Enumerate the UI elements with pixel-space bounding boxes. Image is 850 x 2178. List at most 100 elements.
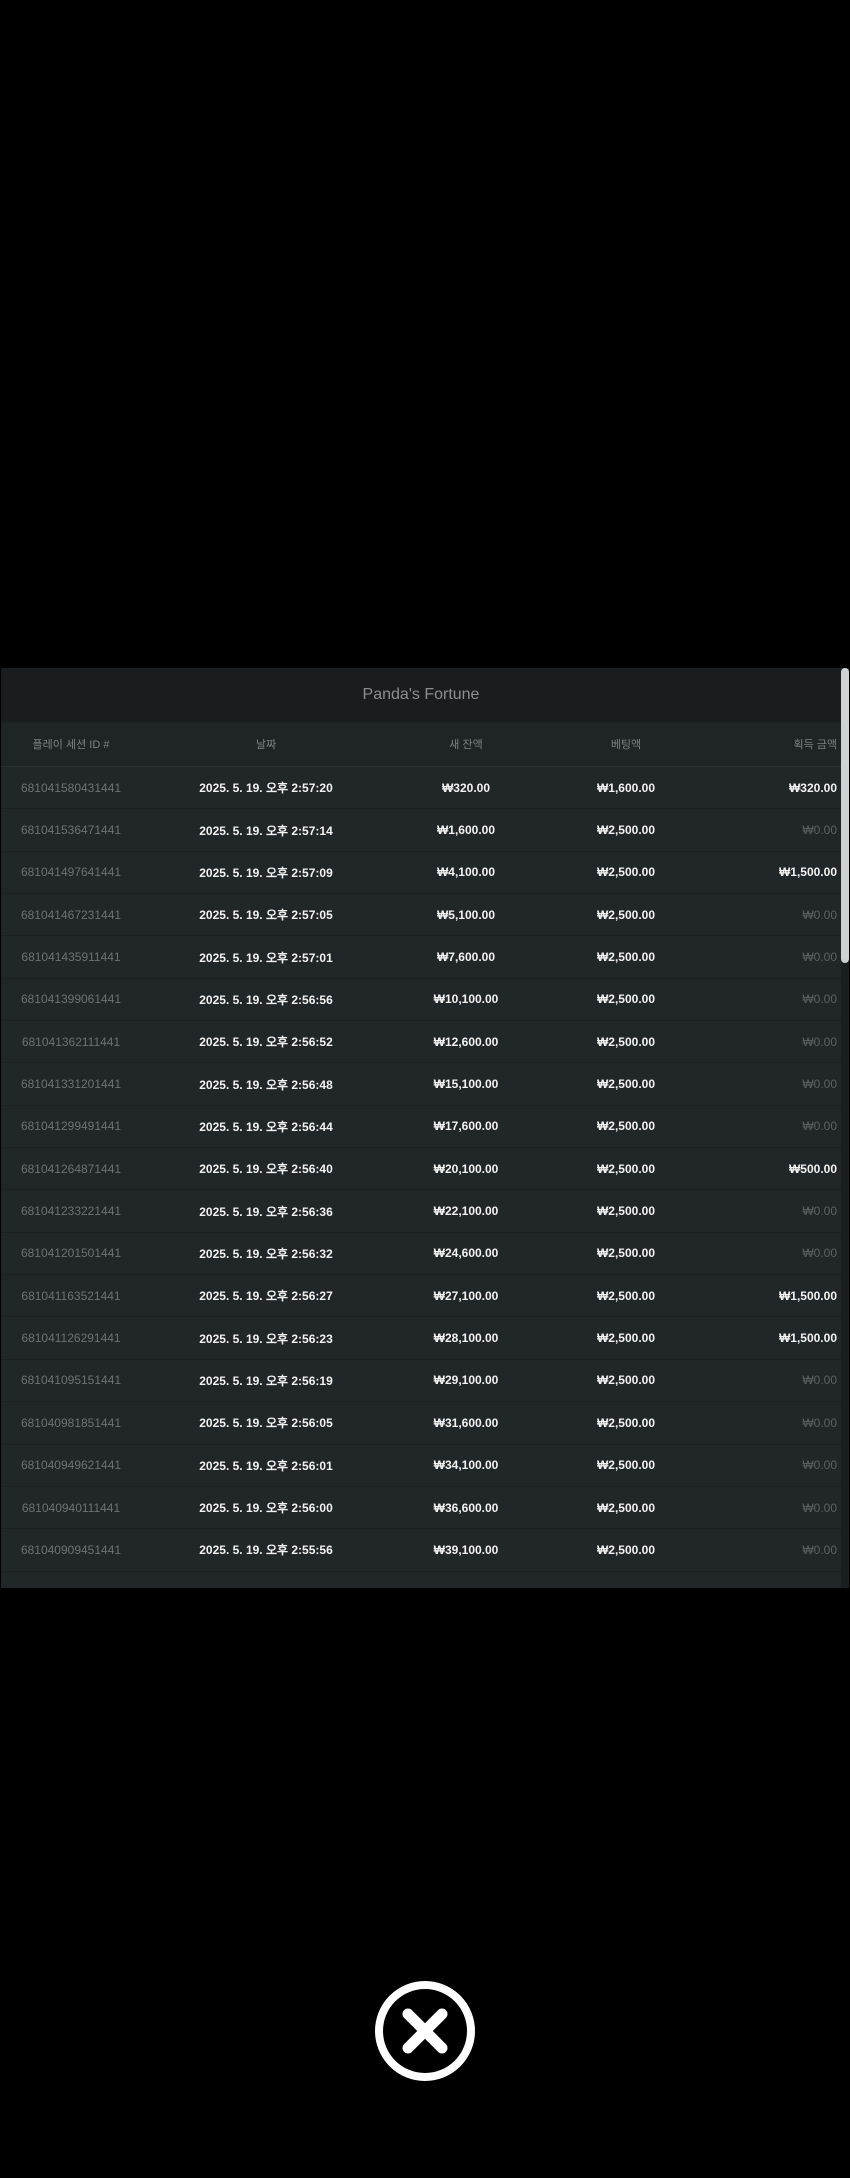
date: 2025. 5. 19. 오후 2:56:36 [199, 1204, 333, 1219]
scrollbar[interactable] [841, 668, 849, 1588]
bet: ₩2,500.00 [596, 1331, 656, 1346]
balance: ₩10,100.00 [433, 992, 499, 1007]
win-amount: ₩0.00 [802, 823, 837, 838]
bet: ₩2,500.00 [596, 1246, 656, 1261]
table-body[interactable]: 681041580431441 2025. 5. 19. 오후 2:57:20 ₩3… [1, 767, 841, 1572]
table-row[interactable]: 681041126291441 2025. 5. 19. 오후 2:56:23 ₩2… [1, 1317, 841, 1360]
bet: ₩2,500.00 [596, 1288, 656, 1303]
table-row[interactable]: 681040949621441 2025. 5. 19. 오후 2:56:01 ₩3… [1, 1445, 841, 1487]
date: 2025. 5. 19. 오후 2:56:56 [199, 992, 333, 1007]
balance: ₩1,600.00 [436, 823, 496, 838]
date: 2025. 5. 19. 오후 2:56:32 [199, 1246, 333, 1261]
date: 2025. 5. 19. 오후 2:56:01 [199, 1458, 333, 1473]
session-id: 681041163521441 [21, 1288, 121, 1303]
session-id: 681041095151441 [20, 1373, 122, 1388]
date: 2025. 5. 19. 오후 2:55:56 [199, 1543, 333, 1558]
bet: ₩2,500.00 [596, 992, 656, 1007]
date: 2025. 5. 19. 오후 2:57:14 [199, 823, 333, 838]
table-row[interactable]: 681040909451441 2025. 5. 19. 오후 2:55:56 ₩3… [1, 1529, 841, 1572]
balance: ₩17,600.00 [433, 1119, 499, 1134]
session-id: 681041399061441 [20, 992, 122, 1007]
table-row[interactable]: 681041264871441 2025. 5. 19. 오후 2:56:40 ₩2… [1, 1148, 841, 1191]
bet: ₩2,500.00 [596, 823, 656, 838]
bet: ₩2,500.00 [596, 1204, 656, 1219]
table-row[interactable]: 681041399061441 2025. 5. 19. 오후 2:56:56 ₩1… [1, 979, 841, 1022]
session-id: 681041331201441 [20, 1077, 122, 1092]
table-row[interactable]: 681041201501441 2025. 5. 19. 오후 2:56:32 ₩2… [1, 1233, 841, 1276]
balance: ₩24,600.00 [433, 1246, 499, 1261]
date: 2025. 5. 19. 오후 2:57:01 [199, 950, 333, 965]
table-row[interactable]: 681041580431441 2025. 5. 19. 오후 2:57:20 ₩3… [1, 767, 841, 810]
header-date: 날짜 [255, 739, 277, 751]
history-screen: Panda's Fortune 플레이 세션 ID # 날짜 새 잔액 베팅액 … [0, 0, 850, 2178]
bet: ₩1,600.00 [596, 780, 656, 795]
bet: ₩2,500.00 [596, 1542, 656, 1557]
session-id: 681040981851441 [20, 1415, 122, 1430]
bet: ₩2,500.00 [596, 907, 656, 922]
balance: ₩36,600.00 [433, 1500, 499, 1515]
date: 2025. 5. 19. 오후 2:56:48 [199, 1077, 333, 1092]
table-row[interactable]: 681041233221441 2025. 5. 19. 오후 2:56:36 ₩2… [1, 1190, 841, 1233]
date: 2025. 5. 19. 오후 2:56:00 [199, 1501, 333, 1516]
date: 2025. 5. 19. 오후 2:56:27 [199, 1289, 333, 1304]
balance: ₩12,600.00 [433, 1034, 499, 1049]
win-amount: ₩0.00 [802, 1034, 837, 1049]
date: 2025. 5. 19. 오후 2:57:20 [199, 781, 333, 796]
table-row[interactable]: 681041536471441 2025. 5. 19. 오후 2:57:14 ₩1… [1, 809, 841, 852]
win-amount: ₩0.00 [802, 1246, 837, 1261]
bet: ₩2,500.00 [596, 1077, 656, 1092]
bet: ₩2,500.00 [596, 1161, 656, 1176]
balance: ₩15,100.00 [433, 1077, 499, 1092]
bet: ₩2,500.00 [596, 950, 656, 965]
table-row[interactable]: 681041331201441 2025. 5. 19. 오후 2:56:48 ₩1… [1, 1063, 841, 1106]
date: 2025. 5. 19. 오후 2:57:09 [199, 865, 333, 880]
header-session-id: 플레이 세션 ID # [32, 739, 110, 751]
session-id: 681041264871441 [20, 1161, 122, 1176]
win-amount: ₩500.00 [788, 1161, 837, 1176]
date: 2025. 5. 19. 오후 2:56:52 [199, 1035, 333, 1050]
win-amount: ₩0.00 [802, 1542, 837, 1557]
win-amount: ₩1,500.00 [778, 865, 837, 880]
date: 2025. 5. 19. 오후 2:56:23 [199, 1331, 333, 1346]
table-row[interactable]: 681041467231441 2025. 5. 19. 오후 2:57:05 ₩5… [1, 894, 841, 937]
session-id: 681040940111441 [21, 1500, 121, 1515]
session-id: 681041201501441 [20, 1246, 122, 1261]
win-amount: ₩0.00 [802, 1373, 837, 1388]
close-button[interactable] [374, 1980, 476, 2082]
table-row[interactable]: 681041497641441 2025. 5. 19. 오후 2:57:09 ₩4… [1, 852, 841, 895]
scrollbar-thumb[interactable] [841, 668, 849, 963]
history-panel: Panda's Fortune 플레이 세션 ID # 날짜 새 잔액 베팅액 … [1, 668, 841, 1588]
balance: ₩320.00 [441, 780, 491, 795]
bet: ₩2,500.00 [596, 1373, 656, 1388]
win-amount: ₩0.00 [802, 1119, 837, 1134]
table-row[interactable]: 681040981851441 2025. 5. 19. 오후 2:56:05 ₩3… [1, 1402, 841, 1445]
header-win: 획득 금액 [793, 739, 837, 751]
balance: ₩4,100.00 [436, 865, 496, 880]
bet: ₩2,500.00 [596, 865, 656, 880]
header-balance: 새 잔액 [449, 739, 483, 751]
session-id: 681040949621441 [20, 1458, 122, 1473]
balance: ₩5,100.00 [436, 907, 496, 922]
table-row[interactable]: 681040940111441 2025. 5. 19. 오후 2:56:00 ₩3… [1, 1487, 841, 1530]
balance: ₩20,100.00 [433, 1161, 499, 1176]
balance: ₩39,100.00 [433, 1542, 499, 1557]
table-row[interactable]: 681041362111441 2025. 5. 19. 오후 2:56:52 ₩1… [1, 1021, 841, 1064]
close-icon [375, 1981, 475, 2081]
table-row[interactable]: 681041095151441 2025. 5. 19. 오후 2:56:19 ₩2… [1, 1360, 841, 1403]
session-id: 681041580431441 [20, 780, 122, 795]
balance: ₩34,100.00 [433, 1458, 499, 1473]
balance: ₩7,600.00 [436, 950, 496, 965]
session-id: 681041299491441 [20, 1119, 122, 1134]
table-row[interactable]: 681041435911441 2025. 5. 19. 오후 2:57:01 ₩7… [1, 936, 841, 979]
table-row[interactable]: 681041163521441 2025. 5. 19. 오후 2:56:27 ₩2… [1, 1275, 841, 1318]
session-id: 681041126291441 [21, 1331, 121, 1346]
session-id: 681041536471441 [20, 823, 122, 838]
win-amount: ₩0.00 [802, 1458, 837, 1473]
bet: ₩2,500.00 [596, 1119, 656, 1134]
session-id: 681041467231441 [20, 907, 122, 922]
win-amount: ₩0.00 [802, 907, 837, 922]
table-row[interactable]: 681041299491441 2025. 5. 19. 오후 2:56:44 ₩1… [1, 1106, 841, 1149]
panel-title: Panda's Fortune [1, 668, 841, 722]
bet: ₩2,500.00 [596, 1034, 656, 1049]
table-header: 플레이 세션 ID # 날짜 새 잔액 베팅액 획득 금액 [1, 722, 841, 767]
